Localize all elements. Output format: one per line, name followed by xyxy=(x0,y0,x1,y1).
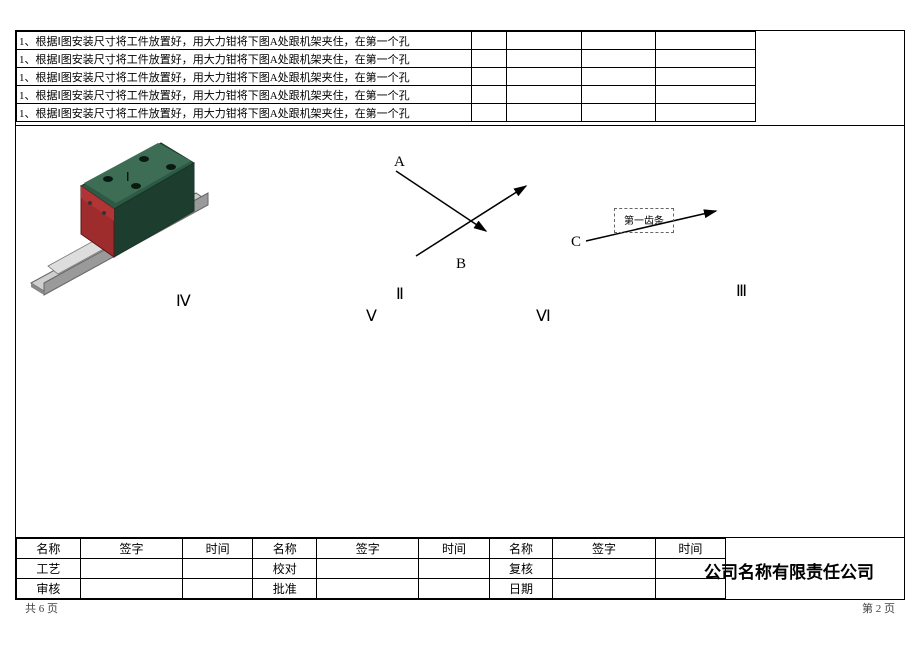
tb-cell: 签字 xyxy=(80,539,182,559)
instruction-cell: 1、根据Ⅰ图安装尺寸将工件放置好，用大力钳将下图A处跟机架夹住，在第一个孔 xyxy=(17,50,472,68)
company-name: 公司名称有限责任公司 xyxy=(704,558,874,583)
footer-page-number: 第 2 页 xyxy=(862,600,895,616)
tb-cell xyxy=(80,559,182,579)
table-row: 1、根据Ⅰ图安装尺寸将工件放置好，用大力钳将下图A处跟机架夹住，在第一个孔 xyxy=(17,104,756,122)
tb-cell: 名称 xyxy=(489,539,553,559)
tb-cell: 批准 xyxy=(253,579,317,599)
tb-cell xyxy=(553,559,655,579)
tb-cell: 日期 xyxy=(489,579,553,599)
instruction-table: 1、根据Ⅰ图安装尺寸将工件放置好，用大力钳将下图A处跟机架夹住，在第一个孔 1、… xyxy=(16,31,756,122)
tb-cell xyxy=(419,579,489,599)
table-row: 1、根据Ⅰ图安装尺寸将工件放置好，用大力钳将下图A处跟机架夹住，在第一个孔 xyxy=(17,86,756,104)
instruction-cell: 1、根据Ⅰ图安装尺寸将工件放置好，用大力钳将下图A处跟机架夹住，在第一个孔 xyxy=(17,104,472,122)
table-row: 名称 签字 时间 名称 签字 时间 名称 签字 时间 xyxy=(17,539,726,559)
label-c: C xyxy=(571,234,581,251)
table-row: 1、根据Ⅰ图安装尺寸将工件放置好，用大力钳将下图A处跟机架夹住，在第一个孔 xyxy=(17,32,756,50)
tb-cell xyxy=(317,559,419,579)
dashed-callout-box: 第一齿条 xyxy=(614,208,674,233)
tb-cell xyxy=(80,579,182,599)
tb-cell: 名称 xyxy=(17,539,81,559)
label-b: B xyxy=(456,256,466,273)
table-row: 工艺 校对 复核 xyxy=(17,559,726,579)
title-block-table: 名称 签字 时间 名称 签字 时间 名称 签字 时间 工艺 校对 复核 xyxy=(16,538,726,599)
tb-cell: 审核 xyxy=(17,579,81,599)
instruction-cell: 1、根据Ⅰ图安装尺寸将工件放置好，用大力钳将下图A处跟机架夹住，在第一个孔 xyxy=(17,86,472,104)
tb-cell: 时间 xyxy=(183,539,253,559)
tb-cell: 签字 xyxy=(553,539,655,559)
page-footer: 共 6 页 第 2 页 xyxy=(25,600,895,616)
tb-cell xyxy=(419,559,489,579)
title-block: 名称 签字 时间 名称 签字 时间 名称 签字 时间 工艺 校对 复核 xyxy=(16,537,904,599)
label-ii: Ⅱ xyxy=(396,284,404,304)
tb-cell: 时间 xyxy=(655,539,725,559)
tb-cell: 签字 xyxy=(317,539,419,559)
tb-cell xyxy=(317,579,419,599)
drawing-frame: 1、根据Ⅰ图安装尺寸将工件放置好，用大力钳将下图A处跟机架夹住，在第一个孔 1、… xyxy=(15,30,905,600)
tb-cell xyxy=(553,579,655,599)
table-row: 审核 批准 日期 xyxy=(17,579,726,599)
tb-cell: 时间 xyxy=(419,539,489,559)
tb-cell: 校对 xyxy=(253,559,317,579)
tb-cell: 工艺 xyxy=(17,559,81,579)
instruction-cell: 1、根据Ⅰ图安装尺寸将工件放置好，用大力钳将下图A处跟机架夹住，在第一个孔 xyxy=(17,32,472,50)
label-iii: Ⅲ xyxy=(736,281,747,301)
tb-cell xyxy=(183,579,253,599)
table-row: 1、根据Ⅰ图安装尺寸将工件放置好，用大力钳将下图A处跟机架夹住，在第一个孔 xyxy=(17,68,756,86)
drawing-area: Ⅰ A B C 第一齿条 Ⅳ Ⅱ Ⅴ Ⅵ Ⅲ xyxy=(16,126,904,526)
tb-cell: 名称 xyxy=(253,539,317,559)
label-vi: Ⅵ xyxy=(536,306,551,326)
footer-total-pages: 共 6 页 xyxy=(25,600,58,616)
instruction-cell: 1、根据Ⅰ图安装尺寸将工件放置好，用大力钳将下图A处跟机架夹住，在第一个孔 xyxy=(17,68,472,86)
annotation-arrows xyxy=(16,126,906,526)
label-v: Ⅴ xyxy=(366,306,377,326)
label-iv: Ⅳ xyxy=(176,291,191,311)
tb-cell xyxy=(183,559,253,579)
tb-cell: 复核 xyxy=(489,559,553,579)
label-a: A xyxy=(394,154,405,171)
table-row: 1、根据Ⅰ图安装尺寸将工件放置好，用大力钳将下图A处跟机架夹住，在第一个孔 xyxy=(17,50,756,68)
